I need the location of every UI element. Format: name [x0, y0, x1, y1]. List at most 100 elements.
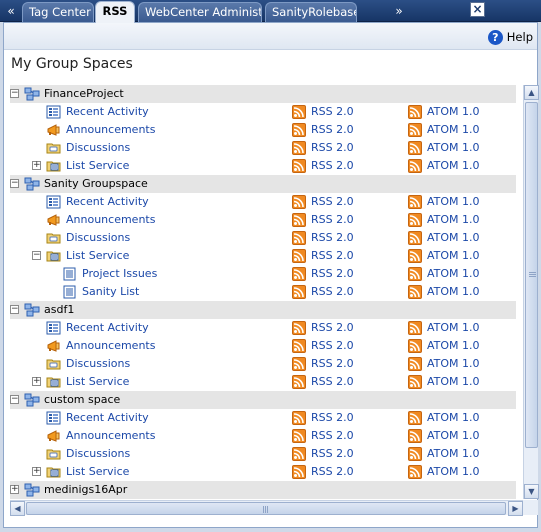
- rss-feed-icon: [292, 447, 306, 461]
- atom-link-label: ATOM 1.0: [427, 231, 480, 244]
- tree-item-row: Discussions RSS 2.0 ATOM 1.0: [10, 355, 516, 373]
- rss-feed-icon: [408, 267, 422, 281]
- rss-feed-icon: [292, 159, 306, 173]
- expand-toggle[interactable]: −: [10, 89, 19, 98]
- rss-link-label: RSS 2.0: [311, 123, 354, 136]
- discussion-folder-icon: [46, 447, 61, 461]
- rss-link-label: RSS 2.0: [311, 375, 354, 388]
- vertical-scrollbar[interactable]: ▲ ▼: [523, 85, 539, 499]
- scroll-left-button[interactable]: ◀: [10, 501, 25, 516]
- tab-rss[interactable]: RSS: [95, 1, 135, 23]
- atom-link-label: ATOM 1.0: [427, 375, 480, 388]
- tree-item-link[interactable]: Announcements: [66, 211, 155, 229]
- group-icon: [24, 393, 40, 407]
- tree-item-link[interactable]: Recent Activity: [66, 319, 149, 337]
- rss-link-label: RSS 2.0: [311, 195, 354, 208]
- expand-toggle[interactable]: +: [32, 467, 41, 476]
- horizontal-scrollbar[interactable]: ◀ ▶: [10, 500, 523, 516]
- scroll-up-button[interactable]: ▲: [524, 85, 539, 100]
- expand-toggle[interactable]: −: [10, 179, 19, 188]
- tree-item-row: − List Service RSS 2.0 ATOM 1.0: [10, 247, 516, 265]
- tree-item-link[interactable]: Discussions: [66, 139, 130, 157]
- expand-toggle[interactable]: +: [32, 377, 41, 386]
- atom-link-label: ATOM 1.0: [427, 429, 480, 442]
- atom-link-label: ATOM 1.0: [427, 141, 480, 154]
- rss-feed-icon: [292, 249, 306, 263]
- tree-item-link[interactable]: Discussions: [66, 229, 130, 247]
- group-row[interactable]: + medinigs16Apr: [10, 481, 516, 499]
- tree-item-row: + List Service RSS 2.0 ATOM 1.0: [10, 157, 516, 175]
- tree-item-row: Recent Activity RSS 2.0 ATOM 1.0: [10, 409, 516, 427]
- tree-item-link[interactable]: Recent Activity: [66, 193, 149, 211]
- atom-link-label: ATOM 1.0: [427, 465, 480, 478]
- tree-item-link[interactable]: Sanity List: [82, 283, 139, 301]
- group-icon: [24, 483, 40, 497]
- tree-item-row: Announcements RSS 2.0 ATOM 1.0: [10, 121, 516, 139]
- rss-feed-icon: [408, 465, 422, 479]
- tree-item-row: + List Service RSS 2.0 ATOM 1.0: [10, 373, 516, 391]
- tab-sanity-rolebased[interactable]: SanityRolebased: [265, 2, 357, 22]
- rss-link-label: RSS 2.0: [311, 321, 354, 334]
- group-icon: [24, 87, 40, 101]
- group-icon: [24, 303, 40, 317]
- scroll-down-button[interactable]: ▼: [524, 484, 539, 499]
- help-link[interactable]: ? Help: [487, 29, 533, 45]
- rss-feed-icon: [408, 447, 422, 461]
- expand-toggle[interactable]: +: [32, 161, 41, 170]
- rss-feed-icon: [408, 159, 422, 173]
- scroll-right-button[interactable]: ▶: [508, 501, 523, 516]
- tree-item-link[interactable]: List Service: [66, 373, 129, 391]
- rss-feed-icon: [408, 285, 422, 299]
- group-row[interactable]: − custom space: [10, 391, 516, 409]
- horizontal-scroll-thumb[interactable]: [26, 502, 506, 515]
- tab-tag-center[interactable]: Tag Center: [22, 2, 94, 22]
- tree-item-link[interactable]: Discussions: [66, 445, 130, 463]
- tree-item-link[interactable]: List Service: [66, 463, 129, 481]
- megaphone-icon: [46, 429, 61, 443]
- vertical-scroll-thumb[interactable]: [525, 102, 538, 448]
- tree-item-link[interactable]: Recent Activity: [66, 409, 149, 427]
- double-chevron-left-icon[interactable]: «: [2, 0, 20, 22]
- rss-feed-icon: [292, 357, 306, 371]
- tree-item-link[interactable]: List Service: [66, 247, 129, 265]
- tree-item-link[interactable]: Recent Activity: [66, 103, 149, 121]
- tree-item-link[interactable]: Announcements: [66, 337, 155, 355]
- tree-item-link[interactable]: Project Issues: [82, 265, 157, 283]
- group-label: medinigs16Apr: [44, 483, 128, 496]
- rss-feed-icon: [292, 411, 306, 425]
- rss-feed-icon: [408, 141, 422, 155]
- list-service-icon: [46, 375, 61, 389]
- expand-toggle[interactable]: −: [10, 395, 19, 404]
- expand-toggle[interactable]: −: [32, 251, 41, 260]
- atom-link-label: ATOM 1.0: [427, 249, 480, 262]
- grip-line: [529, 276, 536, 277]
- double-chevron-right-icon[interactable]: »: [389, 0, 409, 22]
- rss-link-label: RSS 2.0: [311, 141, 354, 154]
- grip-line: [265, 506, 266, 513]
- group-row[interactable]: − Sanity Groupspace: [10, 175, 516, 193]
- close-icon[interactable]: ×: [470, 2, 485, 17]
- rss-link-label: RSS 2.0: [311, 285, 354, 298]
- atom-link-label: ATOM 1.0: [427, 213, 480, 226]
- tree-item-link[interactable]: List Service: [66, 157, 129, 175]
- grip-line: [529, 272, 536, 273]
- rss-feed-icon: [292, 141, 306, 155]
- rss-feed-icon: [408, 375, 422, 389]
- grip-line: [263, 506, 264, 513]
- expand-toggle[interactable]: −: [10, 305, 19, 314]
- tab-webcenter-admin[interactable]: WebCenter Administ...: [138, 2, 262, 22]
- tree-item-link[interactable]: Discussions: [66, 355, 130, 373]
- tree-item-link[interactable]: Announcements: [66, 121, 155, 139]
- group-row[interactable]: − asdf1: [10, 301, 516, 319]
- expand-toggle[interactable]: +: [10, 485, 19, 494]
- tree-item-row: Recent Activity RSS 2.0 ATOM 1.0: [10, 193, 516, 211]
- tree-item-link[interactable]: Announcements: [66, 427, 155, 445]
- rss-feed-icon: [292, 375, 306, 389]
- group-spaces-tree: − FinanceProject Recent Activity RSS 2.0 ATO…: [10, 85, 516, 500]
- group-row[interactable]: − FinanceProject: [10, 85, 516, 103]
- page-title: My Group Spaces: [11, 56, 133, 72]
- atom-link-label: ATOM 1.0: [427, 195, 480, 208]
- help-bar: ? Help: [4, 23, 537, 50]
- atom-link-label: ATOM 1.0: [427, 339, 480, 352]
- rss-feed-icon: [408, 231, 422, 245]
